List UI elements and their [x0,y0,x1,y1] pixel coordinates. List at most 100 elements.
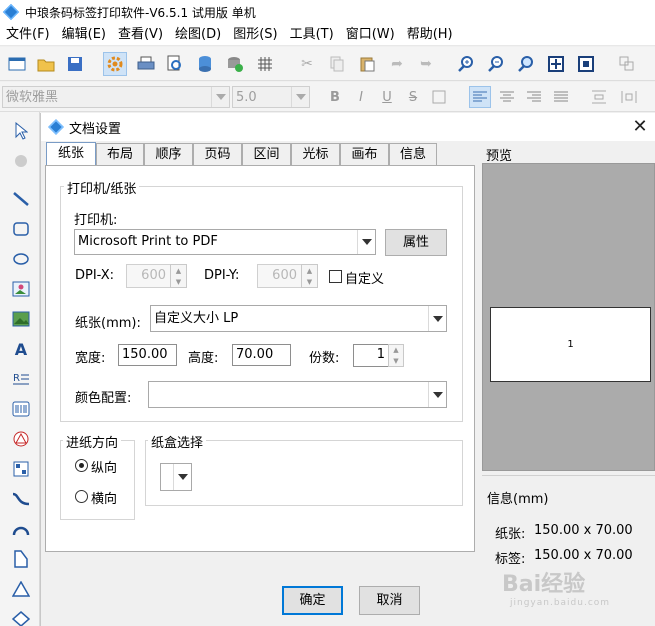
shape-triangle-tool-icon[interactable] [9,427,33,451]
tab-range[interactable]: 区间 [242,143,291,165]
preview-panel: 预览 1 信息(mm) 纸张: 150.00 x 70.00 标签: 150.0… [481,145,655,599]
rich-text-tool-icon[interactable]: R [9,367,33,391]
menu-shape[interactable]: 图形(S) [227,24,283,46]
dpix-stepper[interactable]: ▲ ▼ [170,264,187,288]
color-profile-select[interactable] [148,381,447,408]
label-info-value: 150.00 x 70.00 [534,548,633,563]
width-label: 宽度: [75,351,106,366]
custom-dpi-checkbox[interactable] [329,270,342,283]
chevron-down-icon [173,464,191,490]
cancel-button[interactable]: 取消 [359,586,420,615]
rectangle-tool-icon[interactable] [9,217,33,241]
actual-size-icon[interactable] [574,52,598,76]
app-window: 中琅条码标签打印软件-V6.5.1 试用版 单机 文件(F) 编辑(E) 查看(… [0,0,655,626]
printer-select[interactable]: Microsoft Print to PDF [74,229,376,255]
fit-page-icon[interactable] [544,52,568,76]
curve-tool-icon[interactable] [9,487,33,511]
chevron-down-icon [357,230,375,254]
print-preview-icon[interactable] [163,52,187,76]
menu-edit[interactable]: 编辑(E) [56,24,112,46]
database-icon[interactable] [193,52,217,76]
menu-view[interactable]: 查看(V) [112,24,169,46]
align-right-icon[interactable] [523,86,545,108]
image-tool-icon[interactable] [9,277,33,301]
polygon-tool-icon[interactable] [9,547,33,571]
copies-stepper[interactable]: ▲ ▼ [388,344,404,367]
ok-button[interactable]: 确定 [282,586,343,615]
bold-button[interactable]: B [324,86,346,108]
undo-icon[interactable]: ➦ [385,52,409,76]
select-pointer-icon[interactable] [9,119,33,143]
zoom-fit-icon[interactable] [514,52,538,76]
zoom-out-icon[interactable] [484,52,508,76]
align-left-icon[interactable] [469,86,491,108]
save-icon[interactable] [63,52,87,76]
diamond-tool-icon[interactable] [9,607,33,626]
font-size-select[interactable]: 5.0 [232,86,310,108]
menu-tools[interactable]: 工具(T) [284,24,340,46]
qrcode-tool-icon[interactable] [9,457,33,481]
custom-dpi-label: 自定义 [345,272,385,287]
print-icon[interactable] [134,52,158,76]
tab-layout[interactable]: 布局 [96,143,144,165]
redo-icon[interactable]: ➥ [414,52,438,76]
ellipse-tool-icon[interactable] [9,247,33,271]
paste-icon[interactable] [355,52,379,76]
barcode-tool-icon[interactable] [9,397,33,421]
copy-icon[interactable] [325,52,349,76]
tab-paper[interactable]: 纸张 [46,142,96,166]
tab-canvas[interactable]: 画布 [340,143,389,165]
menu-window[interactable]: 窗口(W) [340,24,401,46]
paper-size-select[interactable]: 自定义大小 LP [150,305,447,332]
zoom-in-icon[interactable] [454,52,478,76]
align-justify-icon[interactable] [550,86,572,108]
tab-page-number[interactable]: 页码 [193,143,242,165]
menu-draw[interactable]: 绘图(D) [169,24,227,46]
underline-button[interactable]: U [376,86,398,108]
font-color-icon[interactable] [428,86,450,108]
grid-icon[interactable] [253,52,277,76]
picture-tool-icon[interactable] [9,307,33,331]
close-icon[interactable]: ✕ [630,117,650,137]
watermark-sub: jingyan.baidu.com [510,598,611,608]
height-field[interactable]: 70.00 [232,344,291,366]
info-title: 信息(mm) [487,492,549,507]
tab-info[interactable]: 信息 [389,143,437,165]
cut-icon[interactable]: ✂ [295,52,319,76]
dpiy-stepper[interactable]: ▲ ▼ [301,264,318,288]
line-tool-icon[interactable] [9,187,33,211]
drawing-tools-bar: A R [0,112,40,626]
tab-order[interactable]: 顺序 [144,143,193,165]
pan-hand-icon[interactable] [9,149,33,173]
printer-properties-button[interactable]: 属性 [385,229,447,256]
text-tool-icon[interactable]: A [9,337,33,361]
printer-value: Microsoft Print to PDF [78,234,218,249]
tab-cursor[interactable]: 光标 [291,143,340,165]
open-folder-icon[interactable] [34,52,58,76]
portrait-radio[interactable] [75,459,88,472]
italic-button[interactable]: I [350,86,372,108]
new-document-icon[interactable] [5,52,29,76]
triangle-tool-icon[interactable] [9,577,33,601]
copies-field[interactable]: 1 [353,344,390,367]
data-source-icon[interactable] [223,52,247,76]
width-field[interactable]: 150.00 [118,344,177,366]
distribute-horizontal-icon[interactable] [618,86,640,108]
font-name-value: 微软雅黑 [6,90,59,105]
chevron-down-icon: ▼ [175,277,182,286]
arc-tool-icon[interactable] [9,517,33,541]
strikethrough-button[interactable]: S [402,86,424,108]
paper-tray-select[interactable] [160,463,192,491]
paper-info-label: 纸张: [495,527,526,542]
paper-size-value: 自定义大小 LP [154,311,239,326]
paper-size-label: 纸张(mm): [75,316,141,331]
align-center-icon[interactable] [496,86,518,108]
distribute-vertical-icon[interactable] [588,86,610,108]
document-settings-dialog: 文档设置 ✕ 纸张 布局 顺序 页码 区间 光标 画布 信息 打印机/纸张 打印… [40,113,655,626]
menu-file[interactable]: 文件(F) [0,24,56,46]
group-icon[interactable] [615,52,639,76]
landscape-radio[interactable] [75,490,88,503]
settings-gear-icon[interactable] [103,52,127,76]
menu-help[interactable]: 帮助(H) [401,24,459,46]
font-name-select[interactable]: 微软雅黑 [2,86,230,108]
